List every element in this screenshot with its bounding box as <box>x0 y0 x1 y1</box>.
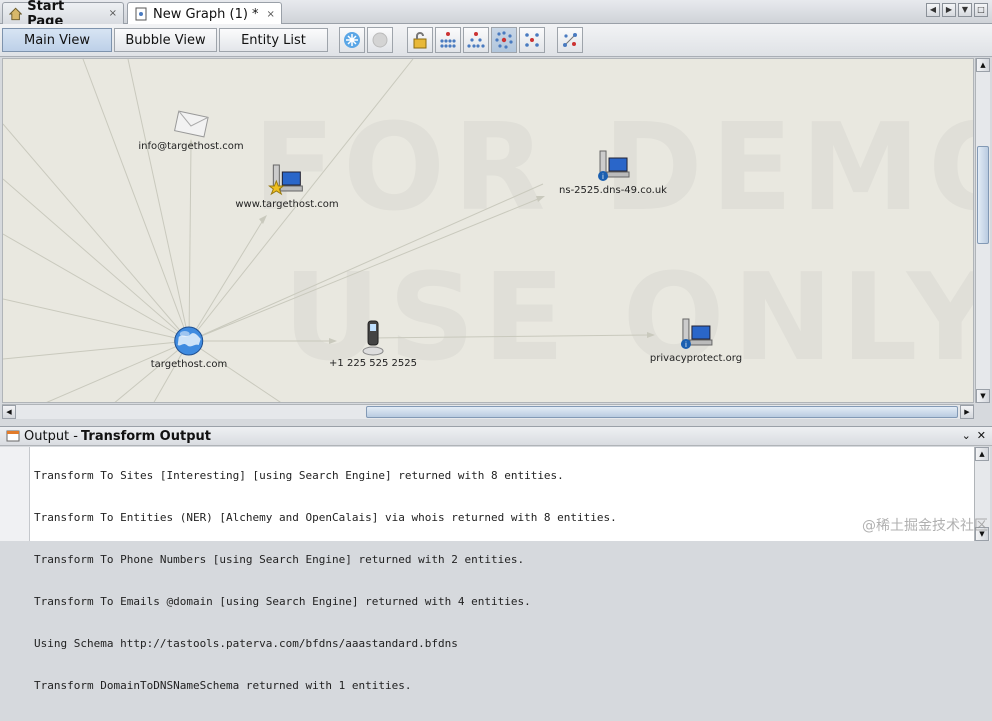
log-line: Using Schema http://tastools.paterva.com… <box>34 637 458 650</box>
scroll-right-icon[interactable]: ▶ <box>960 405 974 419</box>
website-icon <box>267 164 303 196</box>
minimize-icon[interactable]: ⌄ <box>962 429 971 442</box>
scroll-up-icon[interactable]: ▲ <box>976 58 990 72</box>
edge <box>3 123 190 342</box>
lock-layout-button[interactable] <box>407 27 433 53</box>
lock-icon <box>413 32 427 49</box>
output-panel-controls: ⌄ ✕ <box>962 429 986 442</box>
entity-label: info@targethost.com <box>138 141 244 152</box>
entity-node-nameserver[interactable]: i ns-2525.dns-49.co.uk <box>559 149 667 196</box>
scroll-left-icon[interactable]: ◀ <box>2 405 16 419</box>
entity-node-privacyprotect[interactable]: i privacyprotect.org <box>650 317 742 364</box>
freeze-button[interactable] <box>339 27 365 53</box>
interactive-layout-icon <box>563 33 577 47</box>
graph-vertical-scrollbar[interactable]: ▲ ▼ <box>975 58 990 403</box>
block-layout-button[interactable] <box>435 27 461 53</box>
nameserver-icon: i <box>597 150 630 181</box>
edge-arrow <box>536 196 545 202</box>
circular-layout-button[interactable] <box>519 27 545 53</box>
tab-new-graph[interactable]: New Graph (1) * × <box>127 2 282 25</box>
log-line: Transform To Entities (NER) [Alchemy and… <box>34 511 617 524</box>
entity-node-phone[interactable]: +1 225 525 2525 <box>329 320 417 369</box>
horizontal-scroll-thumb[interactable] <box>366 406 958 418</box>
hierarchy-icon <box>467 32 485 48</box>
output-log-area[interactable]: Transform To Sites [Interesting] [using … <box>0 447 975 692</box>
maximize-icon[interactable]: □ <box>974 3 988 17</box>
corner-watermark: @稀土掘金技术社区 <box>862 518 988 534</box>
vertical-scroll-thumb[interactable] <box>977 146 989 244</box>
entity-label: www.targethost.com <box>235 199 339 210</box>
interactive-layout-button[interactable] <box>557 27 583 53</box>
edge <box>82 59 190 342</box>
hierarchical-layout-button[interactable] <box>463 27 489 53</box>
log-line: Transform To Phone Numbers [using Search… <box>34 553 525 566</box>
tab-new-graph-label: New Graph (1) * <box>153 6 259 22</box>
entity-list-button[interactable]: Entity List <box>219 28 328 52</box>
svg-text:i: i <box>602 173 604 181</box>
log-line: Transform To Emails @domain [using Searc… <box>34 595 531 608</box>
tab-navigation: ◀ ▶ ▼ □ <box>926 3 988 17</box>
edge <box>3 178 190 342</box>
scroll-down-icon[interactable]: ▼ <box>976 389 990 403</box>
log-line: Transform To Sites [Interesting] [using … <box>34 469 564 482</box>
bubble-view-button[interactable]: Bubble View <box>114 28 217 52</box>
tab-list-dropdown-icon[interactable]: ▼ <box>958 3 972 17</box>
output-icon <box>6 430 20 442</box>
entity-label: targethost.com <box>150 359 228 370</box>
email-icon <box>173 110 209 138</box>
scroll-right-icon[interactable]: ▶ <box>942 3 956 17</box>
block-layout-icon <box>440 32 456 48</box>
scroll-up-icon[interactable]: ▲ <box>975 447 989 461</box>
unfreeze-button[interactable] <box>367 27 393 53</box>
edge <box>127 59 190 342</box>
entity-label: ns-2525.dns-49.co.uk <box>559 185 667 196</box>
entity-node-email[interactable]: info@targethost.com <box>138 109 244 152</box>
graph-horizontal-scrollbar[interactable]: ◀ ▶ <box>2 404 974 419</box>
svg-text:i: i <box>685 341 687 349</box>
phone-icon <box>362 320 384 356</box>
edge <box>188 143 192 342</box>
globe-icon <box>174 326 204 356</box>
organic-layout-button[interactable] <box>491 27 517 53</box>
entity-label: privacyprotect.org <box>649 353 743 364</box>
edge-arrow <box>259 215 267 224</box>
home-icon <box>9 7 23 20</box>
entity-label: +1 225 525 2525 <box>329 358 417 369</box>
entity-node-domain[interactable]: targethost.com <box>150 325 228 370</box>
close-icon[interactable]: × <box>109 8 117 19</box>
snowflake-icon <box>344 32 360 48</box>
main-view-button[interactable]: Main View <box>2 28 112 52</box>
organic-layout-icon <box>495 31 513 49</box>
graph-toolbar: Main View Bubble View Entity List <box>0 24 992 57</box>
graph-document-icon <box>135 7 147 21</box>
output-log: Transform To Sites [Interesting] [using … <box>34 441 617 721</box>
scroll-left-icon[interactable]: ◀ <box>926 3 940 17</box>
maltego-window: Start Page × New Graph (1) * × ◀ ▶ ▼ □ M… <box>0 0 992 692</box>
entity-node-website[interactable]: www.targethost.com <box>235 163 339 210</box>
close-icon[interactable]: × <box>267 9 275 20</box>
server-icon: i <box>680 318 713 349</box>
edge <box>188 216 266 342</box>
log-line: Transform DomainToDNSNameSchema returned… <box>34 679 412 692</box>
tab-start-page[interactable]: Start Page × <box>2 0 124 29</box>
output-gutter <box>0 447 30 541</box>
graph-canvas[interactable]: FOR DEMO USE ONLY info@targethost.com ww… <box>2 58 974 403</box>
disabled-circle-icon <box>372 32 388 48</box>
document-tab-bar: Start Page × New Graph (1) * × ◀ ▶ ▼ □ <box>0 0 992 29</box>
circular-layout-icon <box>525 33 539 47</box>
close-icon[interactable]: ✕ <box>977 429 986 442</box>
